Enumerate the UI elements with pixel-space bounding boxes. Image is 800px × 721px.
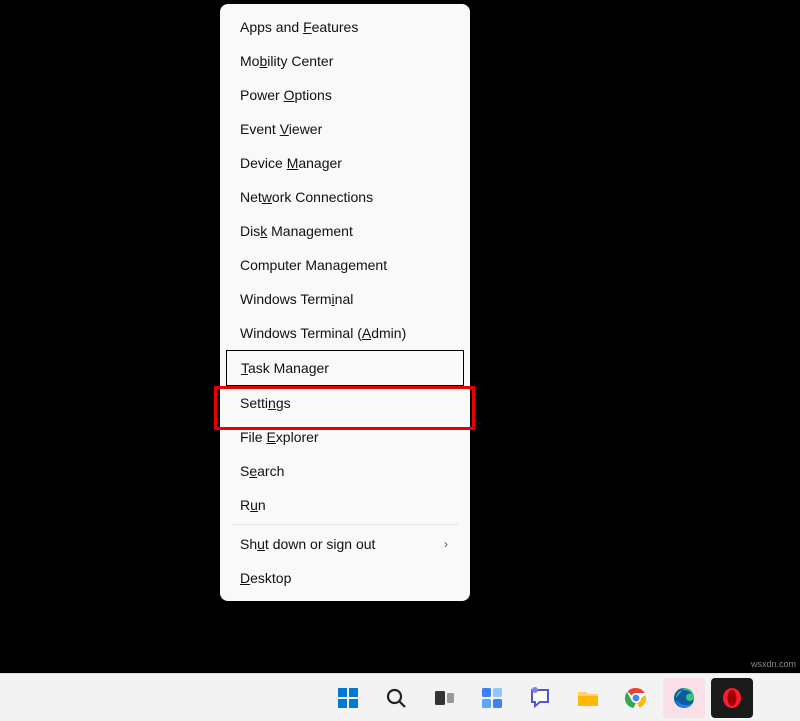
menu-item-label: Apps and Features — [240, 19, 358, 35]
menu-item-windows-terminal-admin[interactable]: Windows Terminal (Admin) — [222, 316, 468, 350]
menu-item-label: Event Viewer — [240, 121, 322, 137]
menu-item-label: Windows Terminal — [240, 291, 353, 307]
taskbar — [0, 673, 800, 721]
menu-item-computer-management[interactable]: Computer Management — [222, 248, 468, 282]
chevron-right-icon: › — [444, 537, 448, 551]
menu-item-mobility-center[interactable]: Mobility Center — [222, 44, 468, 78]
menu-item-label: Task Manager — [241, 360, 329, 376]
menu-item-label: Mobility Center — [240, 53, 333, 69]
menu-item-event-viewer[interactable]: Event Viewer — [222, 112, 468, 146]
explorer-icon[interactable] — [567, 678, 609, 718]
desktop[interactable]: Apps and Features Mobility Center Power Op… — [0, 0, 800, 721]
chat-icon[interactable] — [519, 678, 561, 718]
menu-item-file-explorer[interactable]: File Explorer — [222, 420, 468, 454]
menu-item-search[interactable]: Search — [222, 454, 468, 488]
menu-item-run[interactable]: Run — [222, 488, 468, 522]
menu-item-label: Power Options — [240, 87, 332, 103]
watermark: wsxdn.com — [751, 659, 796, 669]
menu-item-disk-management[interactable]: Disk Management — [222, 214, 468, 248]
menu-item-desktop[interactable]: Desktop — [222, 561, 468, 595]
menu-item-power-options[interactable]: Power Options — [222, 78, 468, 112]
menu-separator — [232, 524, 458, 525]
winx-context-menu: Apps and Features Mobility Center Power Op… — [220, 4, 470, 601]
menu-item-label: Disk Management — [240, 223, 353, 239]
menu-item-shut-down-or-sign-out[interactable]: Shut down or sign out › — [222, 527, 468, 561]
menu-item-label: Network Connections — [240, 189, 373, 205]
opera-icon[interactable] — [711, 678, 753, 718]
menu-item-label: Device Manager — [240, 155, 342, 171]
taskview-icon[interactable] — [423, 678, 465, 718]
menu-item-label: Run — [240, 497, 266, 513]
menu-item-device-manager[interactable]: Device Manager — [222, 146, 468, 180]
menu-item-label: Search — [240, 463, 284, 479]
menu-item-label: Desktop — [240, 570, 291, 586]
menu-item-task-manager[interactable]: Task Manager — [226, 350, 464, 386]
menu-item-network-connections[interactable]: Network Connections — [222, 180, 468, 214]
chrome-icon[interactable] — [615, 678, 657, 718]
menu-item-windows-terminal[interactable]: Windows Terminal — [222, 282, 468, 316]
widgets-icon[interactable] — [471, 678, 513, 718]
edge-icon[interactable] — [663, 678, 705, 718]
menu-item-label: File Explorer — [240, 429, 319, 445]
menu-item-label: Windows Terminal (Admin) — [240, 325, 406, 341]
menu-item-settings[interactable]: Settings — [222, 386, 468, 420]
menu-item-label: Settings — [240, 395, 291, 411]
start-icon[interactable] — [327, 678, 369, 718]
menu-item-apps-and-features[interactable]: Apps and Features — [222, 10, 468, 44]
menu-item-label: Computer Management — [240, 257, 387, 273]
search-icon[interactable] — [375, 678, 417, 718]
menu-item-label: Shut down or sign out — [240, 536, 375, 552]
